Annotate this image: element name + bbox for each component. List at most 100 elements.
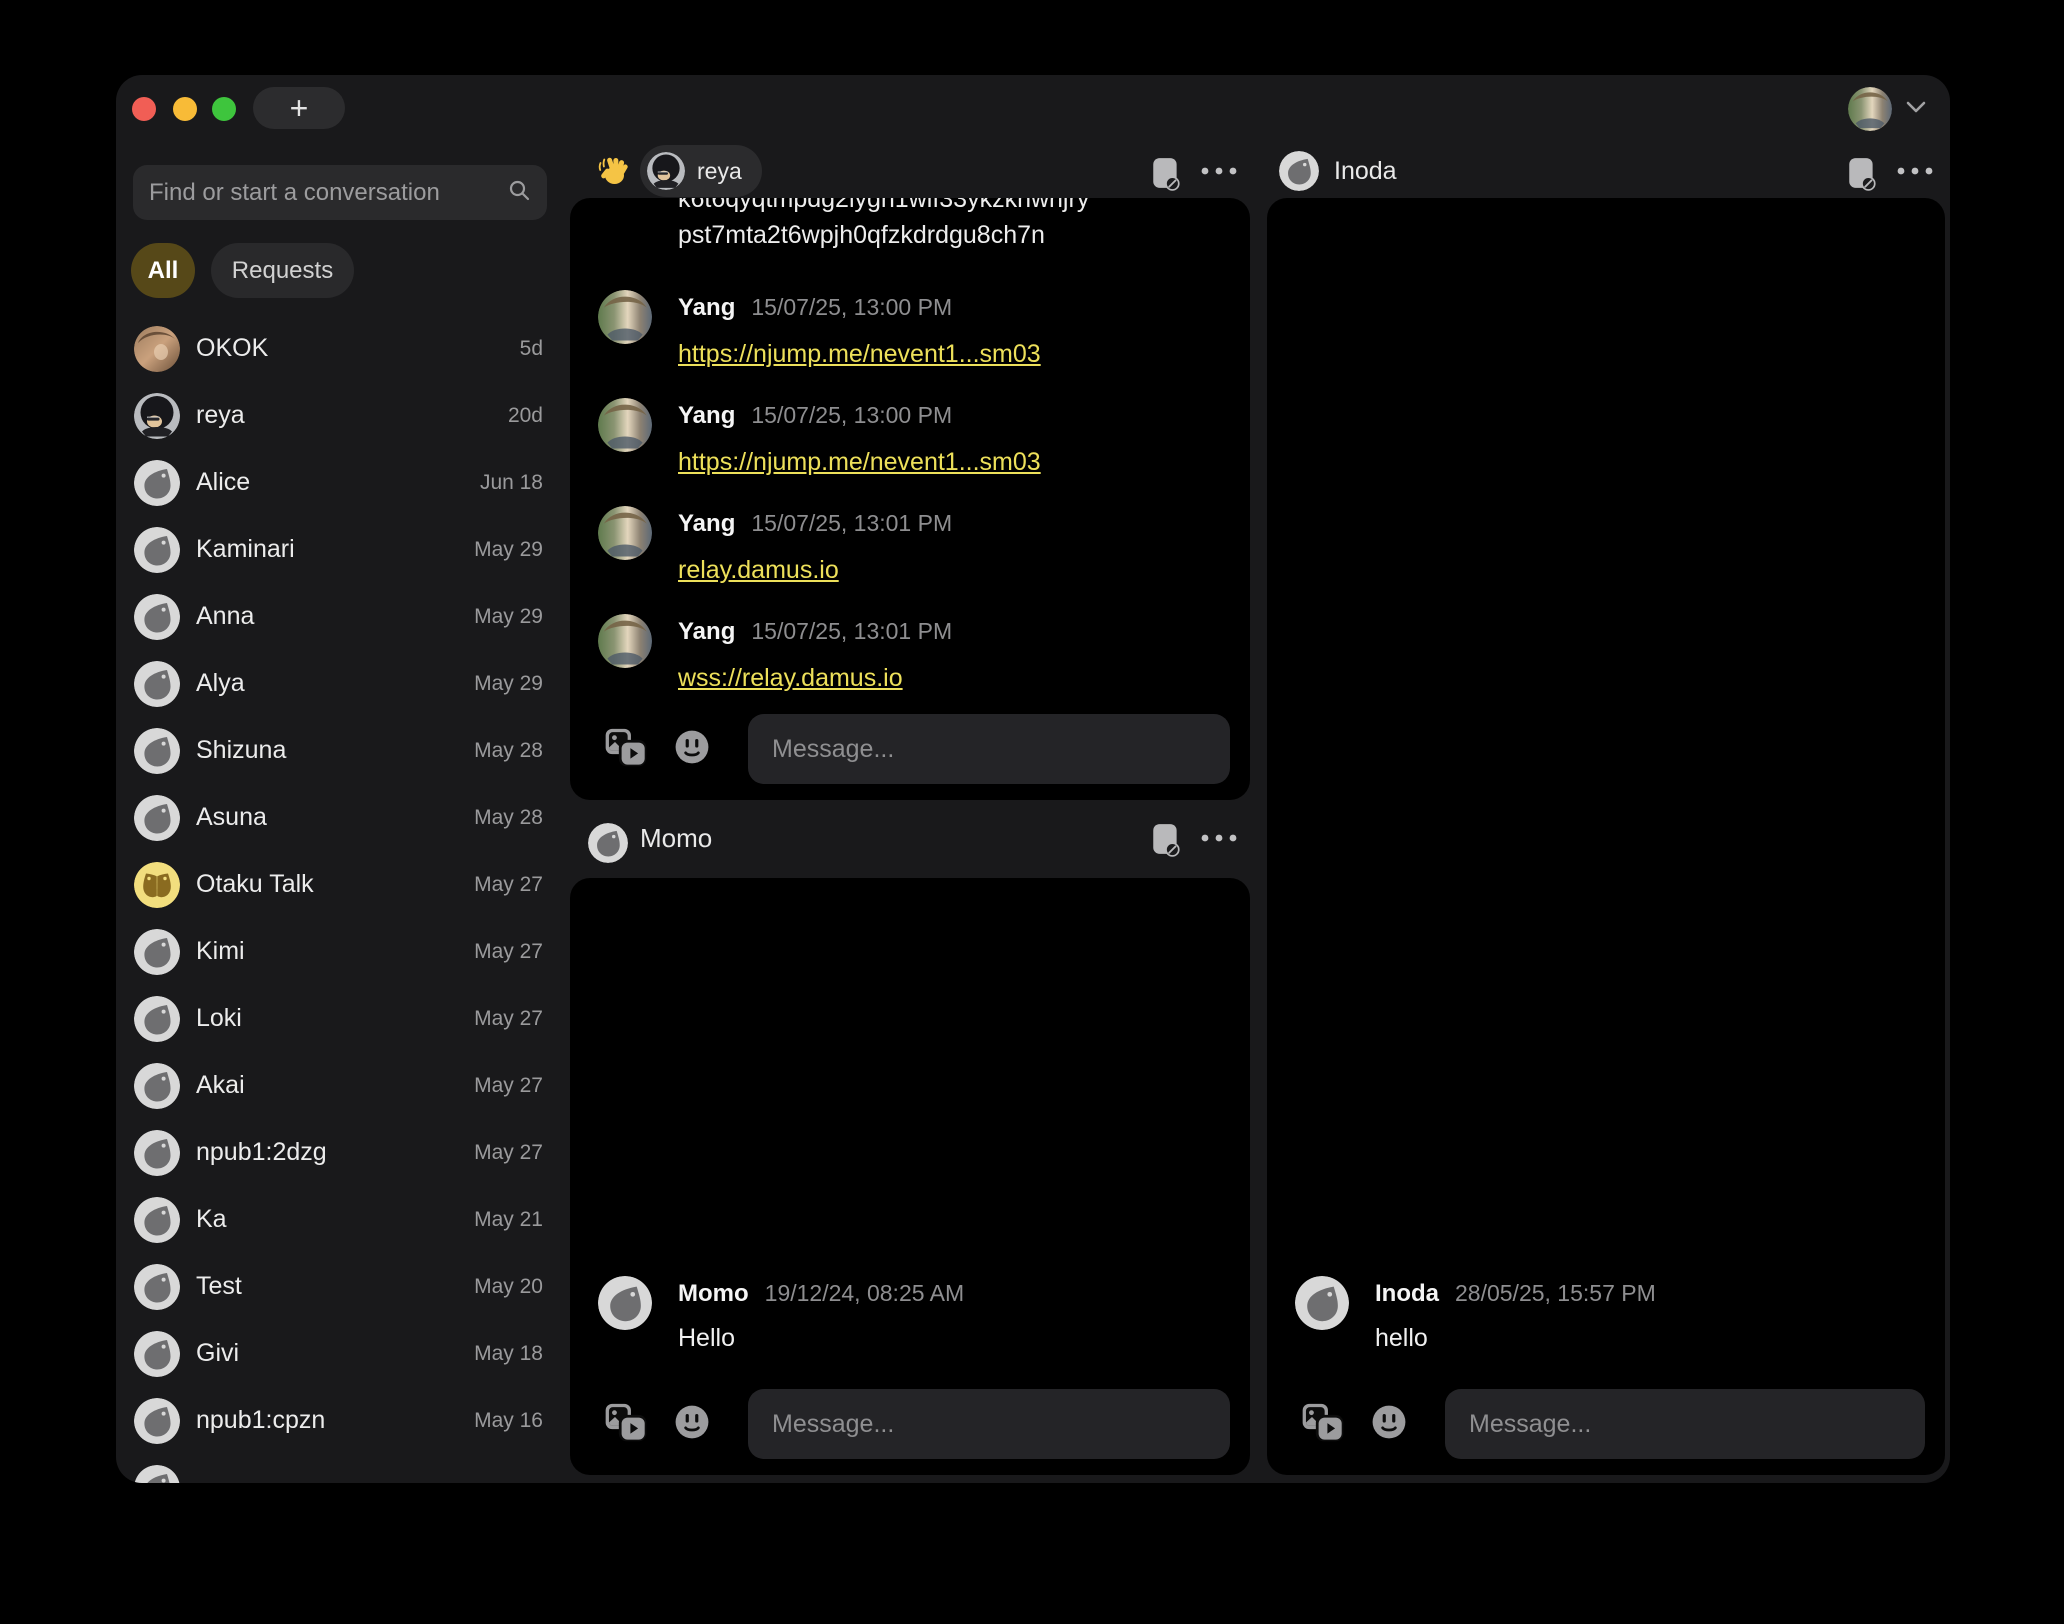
message-input[interactable]: Message... (748, 1389, 1230, 1459)
chat-message: Yang 15/07/25, 13:00 PM https://njump.me… (598, 290, 1041, 377)
conversation-list-item[interactable]: Shizuna May 28 (116, 717, 566, 784)
message-link[interactable]: relay.damus.io (678, 547, 952, 593)
conversation-date: May 27 (474, 1141, 543, 1165)
chevron-down-icon[interactable] (1906, 100, 1926, 118)
contact-avatar (134, 1130, 180, 1176)
contact-avatar (134, 1264, 180, 1310)
message-avatar (598, 614, 652, 668)
contact-name: reya (196, 401, 508, 430)
message-author: Yang (678, 399, 735, 433)
conversation-list-item[interactable]: Asuna May 28 (116, 784, 566, 851)
conversation-date: May 28 (474, 806, 543, 830)
contact-avatar (134, 1398, 180, 1444)
conversation-list-item[interactable]: Test May 20 (116, 1253, 566, 1320)
media-picker-icon[interactable] (604, 727, 648, 772)
conversation-date: May 21 (474, 1208, 543, 1232)
conversation-list-item[interactable]: npub1:cpzn May 16 (116, 1387, 566, 1454)
message-author: Yang (678, 291, 735, 325)
user-avatar[interactable] (1848, 87, 1892, 131)
media-picker-icon[interactable] (1301, 1402, 1345, 1447)
conversation-list-item[interactable]: reya 20d (116, 382, 566, 449)
compose-note-icon[interactable] (1152, 157, 1180, 191)
conversation-list-item[interactable] (116, 1454, 566, 1483)
message-author: Yang (678, 507, 735, 541)
contact-avatar (134, 393, 180, 439)
message-text: Hello (678, 1319, 964, 1357)
conversation-list-item[interactable]: Kaminari May 29 (116, 516, 566, 583)
message-avatar (598, 1276, 652, 1330)
conversation-date: May 18 (474, 1342, 543, 1366)
more-options-icon[interactable] (1897, 167, 1933, 175)
conversation-list-item[interactable]: Anna May 29 (116, 583, 566, 650)
message-link[interactable]: wss://relay.damus.io (678, 655, 952, 701)
close-window-button[interactable] (132, 97, 156, 121)
chat-message: Yang 15/07/25, 13:01 PM relay.damus.io (598, 506, 1041, 593)
message-link[interactable]: https://njump.me/nevent1...sm03 (678, 439, 1041, 485)
compose-note-icon[interactable] (1848, 157, 1876, 191)
emoji-picker-icon[interactable] (1371, 1404, 1407, 1445)
contact-name: Kaminari (196, 535, 474, 564)
chat-panel-reya: k6t6qyqtmpdg2lygn1wif33ykzkhwnjry pst7mt… (570, 198, 1250, 800)
conversation-list-item[interactable]: Ka May 21 (116, 1186, 566, 1253)
search-input[interactable]: Find or start a conversation (133, 165, 547, 220)
chat-message: Yang 15/07/25, 13:01 PM wss://relay.damu… (598, 614, 1041, 701)
message-timestamp: 19/12/24, 08:25 AM (765, 1276, 965, 1310)
contact-avatar (134, 862, 180, 908)
contact-avatar (134, 594, 180, 640)
conversation-date: Jun 18 (480, 471, 543, 495)
message-link[interactable]: https://njump.me/nevent1...sm03 (678, 331, 1041, 377)
desktop-background: + Find or start a conversation All Reque… (0, 0, 2064, 1624)
chat-title-label: reya (697, 158, 742, 185)
chat-title-reya[interactable]: reya (640, 145, 762, 197)
contact-name: Shizuna (196, 736, 474, 765)
contact-name: Ka (196, 1205, 474, 1234)
filter-all[interactable]: All (131, 243, 195, 298)
emoji-picker-icon[interactable] (674, 1404, 710, 1445)
chat-avatar (647, 152, 685, 190)
conversation-list-item[interactable]: Otaku Talk May 27 (116, 851, 566, 918)
conversation-date: 5d (520, 337, 543, 361)
new-conversation-button[interactable]: + (253, 87, 345, 129)
chat-app-window: + Find or start a conversation All Reque… (116, 75, 1950, 1483)
contact-name: Anna (196, 602, 474, 631)
contact-avatar (134, 728, 180, 774)
chat-avatar (1279, 151, 1319, 191)
contact-name: Alice (196, 468, 480, 497)
contact-avatar (134, 929, 180, 975)
search-icon (507, 178, 531, 207)
contact-name: npub1:2dzg (196, 1138, 474, 1167)
contact-avatar (134, 795, 180, 841)
message-line: pst7mta2t6wpjh0qfzkdrdgu8ch7n (678, 218, 1045, 252)
more-options-icon[interactable] (1201, 834, 1237, 842)
filter-requests[interactable]: Requests (211, 243, 354, 298)
contact-name: Givi (196, 1339, 474, 1368)
contact-avatar (134, 1331, 180, 1377)
conversation-list-item[interactable]: Givi May 18 (116, 1320, 566, 1387)
contact-avatar (134, 996, 180, 1042)
zoom-window-button[interactable] (212, 97, 236, 121)
contact-name: Loki (196, 1004, 474, 1033)
conversation-list: OKOK 5d reya 20d Alice Jun 18 Kaminari M… (116, 315, 566, 1483)
more-options-icon[interactable] (1201, 167, 1237, 175)
conversation-list-item[interactable]: npub1:2dzg May 27 (116, 1119, 566, 1186)
emoji-picker-icon[interactable] (674, 729, 710, 770)
compose-note-icon[interactable] (1152, 823, 1180, 857)
conversation-list-item[interactable]: Kimi May 27 (116, 918, 566, 985)
minimize-window-button[interactable] (173, 97, 197, 121)
contact-avatar (134, 460, 180, 506)
conversation-date: May 20 (474, 1275, 543, 1299)
conversation-date: May 29 (474, 672, 543, 696)
message-input[interactable]: Message... (748, 714, 1230, 784)
message-input[interactable]: Message... (1445, 1389, 1925, 1459)
conversation-list-item[interactable]: Akai May 27 (116, 1052, 566, 1119)
contact-name: Alya (196, 669, 474, 698)
conversation-list-item[interactable]: OKOK 5d (116, 315, 566, 382)
conversation-date: May 29 (474, 538, 543, 562)
conversation-list-item[interactable]: Alya May 29 (116, 650, 566, 717)
message-author: Momo (678, 1277, 749, 1311)
conversation-list-item[interactable]: Alice Jun 18 (116, 449, 566, 516)
media-picker-icon[interactable] (604, 1402, 648, 1447)
message-author: Inoda (1375, 1277, 1439, 1311)
contact-name: Kimi (196, 937, 474, 966)
conversation-list-item[interactable]: Loki May 27 (116, 985, 566, 1052)
